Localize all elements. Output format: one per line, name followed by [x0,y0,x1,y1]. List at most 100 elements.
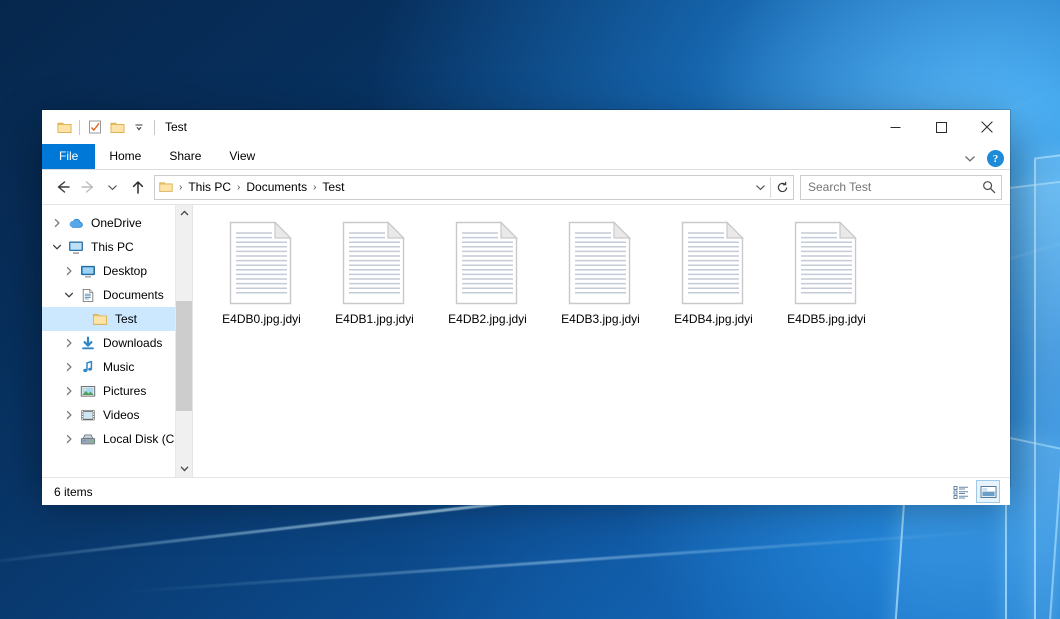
scroll-down-icon[interactable] [176,460,192,477]
sidebar-item-desktop[interactable]: Desktop [42,259,192,283]
generic-file-icon [335,219,415,309]
chevron-right-icon[interactable] [60,403,78,427]
sidebar-item-test[interactable]: Test [42,307,192,331]
nav-scrollbar[interactable] [175,205,192,477]
navigation-tree: OneDrive This PC DesktopDocuments Test Downl… [42,205,192,451]
file-name-label: E4DB3.jpg.jdyi [558,311,643,327]
folder-icon[interactable] [53,116,75,138]
folder-icon [90,307,110,331]
file-list-view[interactable]: E4DB0.jpg.jdyi E4DB1.jpg.jdyi E4DB2.jpg.jd… [193,205,1010,477]
refresh-icon[interactable] [770,177,793,198]
wallpaper-pane-b [1034,142,1060,619]
sidebar-item-label: Local Disk (C:) [98,432,182,446]
breadcrumb: › This PC › Documents › Test [174,177,750,198]
videos-icon [78,403,98,427]
tab-share[interactable]: Share [155,144,215,169]
chevron-right-icon[interactable] [60,259,78,283]
document-icon [78,283,98,307]
chevron-down-icon[interactable] [48,235,66,259]
quick-access-toolbar: Test [42,110,187,144]
close-button[interactable] [964,110,1010,144]
scroll-up-icon[interactable] [176,205,192,222]
tab-view[interactable]: View [215,144,269,169]
properties-checkbox-icon[interactable] [84,116,106,138]
file-item[interactable]: E4DB4.jpg.jdyi [657,213,770,339]
breadcrumb-item-test[interactable]: Test [317,177,349,198]
search-input[interactable] [801,179,977,195]
address-bar[interactable]: › This PC › Documents › Test [154,175,794,200]
view-mode-buttons [949,480,1000,503]
sidebar-item-videos[interactable]: Videos [42,403,192,427]
chevron-down-icon[interactable] [128,116,150,138]
breadcrumb-item-documents[interactable]: Documents [241,177,312,198]
file-grid: E4DB0.jpg.jdyi E4DB1.jpg.jdyi E4DB2.jpg.jd… [205,213,1010,339]
sidebar-item-label: This PC [86,240,134,254]
chevron-right-icon[interactable] [48,211,66,235]
minimize-button[interactable] [872,110,918,144]
new-folder-icon[interactable] [106,116,128,138]
chevron-right-icon[interactable] [60,355,78,379]
file-name-label: E4DB0.jpg.jdyi [219,311,304,327]
recent-locations-button[interactable] [100,175,125,200]
navigation-pane: OneDrive This PC DesktopDocuments Test Downl… [42,205,192,477]
tab-file[interactable]: File [42,144,95,169]
sidebar-item-downloads[interactable]: Downloads [42,331,192,355]
wallpaper-ray-2 [121,529,999,593]
large-icons-view-button[interactable] [976,480,1000,503]
explorer-body: OneDrive This PC DesktopDocuments Test Downl… [42,204,1010,477]
tab-home[interactable]: Home [95,144,155,169]
cloud-icon [66,211,86,235]
back-button[interactable] [50,175,75,200]
breadcrumb-item-this-pc[interactable]: This PC [183,177,236,198]
file-item[interactable]: E4DB5.jpg.jdyi [770,213,883,339]
file-item[interactable]: E4DB0.jpg.jdyi [205,213,318,339]
monitor-icon [66,235,86,259]
file-item[interactable]: E4DB2.jpg.jdyi [431,213,544,339]
maximize-button[interactable] [918,110,964,144]
item-count-label: 6 items [54,485,93,499]
generic-file-icon [448,219,528,309]
ribbon-right-controls: ? [962,150,1004,167]
sidebar-item-this-pc[interactable]: This PC [42,235,192,259]
nav-scrollbar-thumb[interactable] [176,301,192,411]
file-name-label: E4DB4.jpg.jdyi [671,311,756,327]
generic-file-icon [222,219,302,309]
sidebar-item-pictures[interactable]: Pictures [42,379,192,403]
file-item[interactable]: E4DB1.jpg.jdyi [318,213,431,339]
sidebar-item-local-disk-c[interactable]: Local Disk (C:) [42,427,192,451]
chevron-right-icon[interactable] [60,427,78,451]
sidebar-item-onedrive[interactable]: OneDrive [42,211,192,235]
chevron-down-icon[interactable] [962,151,978,167]
disk-icon [78,427,98,451]
sidebar-item-music[interactable]: Music [42,355,192,379]
desktop-icon [78,259,98,283]
help-icon[interactable]: ? [987,150,1004,167]
ribbon-tab-bar: File Home Share View ? [42,144,1010,170]
search-box[interactable] [800,175,1002,200]
search-icon[interactable] [977,177,1001,198]
chevron-right-icon[interactable] [60,331,78,355]
chevron-right-icon[interactable] [60,379,78,403]
window-title: Test [165,121,187,133]
file-item[interactable]: E4DB3.jpg.jdyi [544,213,657,339]
file-name-label: E4DB5.jpg.jdyi [784,311,869,327]
forward-button[interactable] [75,175,100,200]
address-dropdown-icon[interactable] [750,177,770,198]
sidebar-item-label: OneDrive [86,216,142,230]
sidebar-item-label: Videos [98,408,139,422]
sidebar-item-label: Test [110,312,137,326]
up-button[interactable] [125,175,150,200]
desktop-wallpaper: Test File Home Share View [0,0,1060,619]
file-name-label: E4DB2.jpg.jdyi [445,311,530,327]
file-explorer-window: Test File Home Share View [42,110,1010,486]
sidebar-item-documents[interactable]: Documents [42,283,192,307]
sidebar-item-label: Pictures [98,384,146,398]
details-view-button[interactable] [949,480,973,503]
chevron-none [72,307,90,331]
file-name-label: E4DB1.jpg.jdyi [332,311,417,327]
pictures-icon [78,379,98,403]
sidebar-item-label: Music [98,360,134,374]
generic-file-icon [561,219,641,309]
generic-file-icon [787,219,867,309]
chevron-down-icon[interactable] [60,283,78,307]
